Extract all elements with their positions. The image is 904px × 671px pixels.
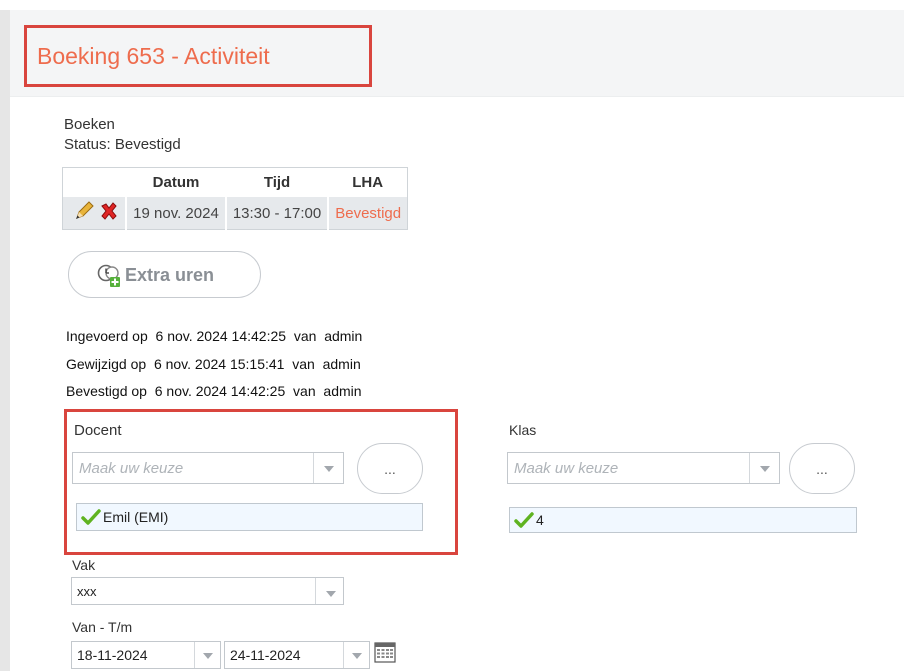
chevron-down-icon[interactable] bbox=[343, 642, 369, 668]
date-from-value: 18-11-2024 bbox=[77, 647, 148, 663]
klas-selected-chip: 4 bbox=[509, 507, 857, 533]
klas-selected-value: 4 bbox=[536, 512, 544, 528]
check-icon bbox=[81, 509, 101, 528]
audit-confirmed: Bevestigd op 6 nov. 2024 14:42:25 van ad… bbox=[66, 383, 362, 399]
row-actions bbox=[62, 197, 128, 230]
booking-table: Datum Tijd LHA 19 nov. 2024 13:30 - 17:0… bbox=[62, 167, 409, 230]
row-date: 19 nov. 2024 bbox=[126, 197, 227, 230]
row-time: 13:30 - 17:00 bbox=[225, 197, 330, 230]
page-title: Boeking 653 - Activiteit bbox=[37, 43, 270, 69]
table-row: 19 nov. 2024 13:30 - 17:00 Bevestigd bbox=[62, 197, 408, 230]
klas-select[interactable]: Maak uw keuze bbox=[507, 452, 780, 484]
extra-hours-label: Extra uren bbox=[125, 265, 215, 285]
column-header-lha: LHA bbox=[328, 167, 408, 197]
docent-browse-button[interactable]: ... bbox=[357, 443, 423, 494]
pencil-edit-icon[interactable] bbox=[73, 200, 95, 226]
audit-modified: Gewijzigd op 6 nov. 2024 15:15:41 van ad… bbox=[66, 356, 361, 372]
check-icon bbox=[514, 512, 534, 531]
column-header-time: Tijd bbox=[225, 167, 329, 197]
page-header: Boeking 653 - Activiteit bbox=[10, 10, 904, 97]
date-to-value: 24-11-2024 bbox=[230, 647, 301, 663]
date-to-input[interactable]: 24-11-2024 bbox=[224, 641, 370, 669]
chevron-down-icon[interactable] bbox=[749, 453, 779, 483]
row-lha-status: Bevestigd bbox=[328, 197, 408, 230]
vak-label: Vak bbox=[72, 557, 96, 573]
column-header-actions bbox=[62, 167, 127, 197]
chevron-down-icon[interactable] bbox=[315, 578, 343, 604]
booking-table-header: Datum Tijd LHA bbox=[62, 167, 408, 197]
vak-select[interactable]: xxx bbox=[71, 577, 344, 605]
klas-browse-button[interactable]: ... bbox=[789, 443, 855, 494]
chevron-down-icon[interactable] bbox=[313, 453, 343, 483]
docent-selected-value: Emil (EMI) bbox=[103, 509, 169, 525]
date-from-input[interactable]: 18-11-2024 bbox=[71, 641, 221, 669]
audit-created: Ingevoerd op 6 nov. 2024 14:42:25 van ad… bbox=[66, 328, 363, 344]
period-label: Van - T/m bbox=[72, 619, 133, 635]
docent-label: Docent bbox=[74, 422, 122, 439]
column-header-date: Datum bbox=[126, 167, 226, 197]
booking-status: Status: Bevestigd bbox=[64, 136, 181, 153]
docent-placeholder: Maak uw keuze bbox=[79, 460, 184, 477]
clock-add-icon bbox=[97, 264, 123, 293]
klas-placeholder: Maak uw keuze bbox=[514, 460, 619, 477]
docent-selected-chip: Emil (EMI) bbox=[76, 503, 423, 531]
docent-select[interactable]: Maak uw keuze bbox=[72, 452, 344, 484]
klas-label: Klas bbox=[509, 422, 537, 438]
calendar-icon[interactable] bbox=[374, 641, 396, 668]
booking-content: Boeken Status: Bevestigd Datum Tijd LHA bbox=[10, 96, 904, 671]
delete-x-icon[interactable] bbox=[99, 201, 119, 225]
extra-hours-button[interactable]: Extra uren bbox=[68, 251, 261, 298]
vak-value: xxx bbox=[77, 584, 97, 599]
booking-section-label: Boeken bbox=[64, 116, 115, 133]
chevron-down-icon[interactable] bbox=[194, 642, 220, 668]
window-top-strip bbox=[0, 0, 904, 10]
booking-panel: Boeking 653 - Activiteit Boeken Status: … bbox=[10, 10, 904, 671]
